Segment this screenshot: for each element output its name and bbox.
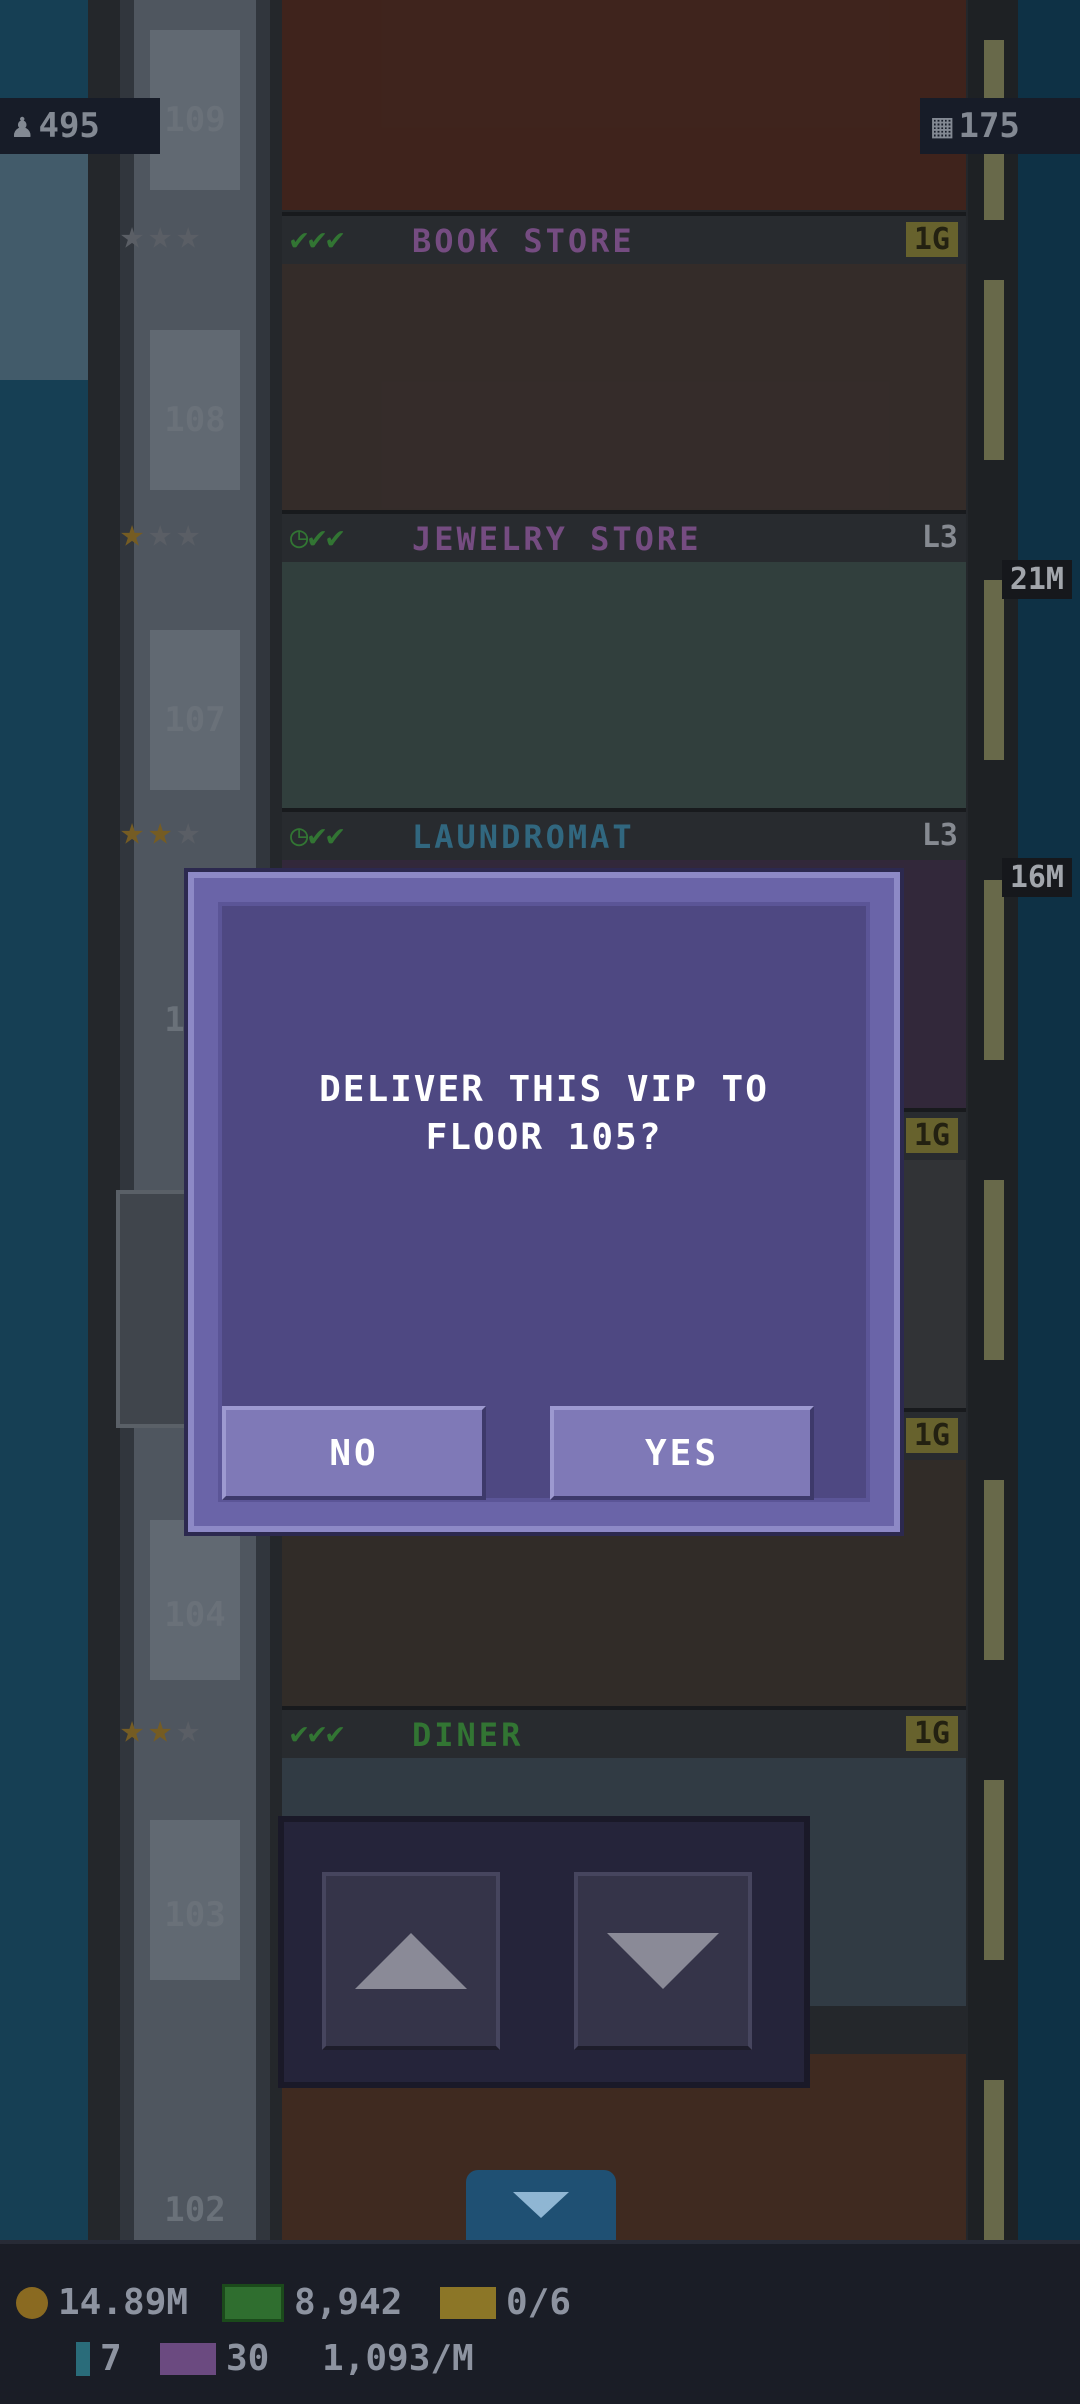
no-button[interactable]: NO — [222, 1406, 486, 1500]
gems-stat[interactable]: 7 — [76, 2338, 122, 2379]
dialog-panel: DELIVER THIS VIP TO FLOOR 105? NO YES — [218, 902, 870, 1502]
chevron-down-icon — [513, 2192, 569, 2218]
elevator-up-button[interactable] — [322, 1872, 500, 2050]
ticket-icon — [440, 2286, 496, 2319]
gem-icon — [76, 2341, 90, 2376]
yes-button[interactable]: YES — [550, 1406, 814, 1500]
vip-value: 30 — [226, 2338, 270, 2379]
vip-icon — [160, 2342, 216, 2375]
coins-stat[interactable]: 14.89M — [16, 2282, 188, 2323]
tickets-value: 0/6 — [506, 2282, 572, 2323]
vip-delivery-dialog: DELIVER THIS VIP TO FLOOR 105? NO YES — [188, 872, 900, 1532]
income-rate: 1,093/M — [322, 2338, 474, 2379]
elevator-down-button[interactable] — [574, 1872, 752, 2050]
coin-icon — [16, 2286, 48, 2319]
coins-value: 14.89M — [58, 2282, 189, 2323]
dialog-message: DELIVER THIS VIP TO FLOOR 105? — [319, 1069, 769, 1158]
elevator-control-pad — [278, 1816, 810, 2088]
bux-stat[interactable]: 8,942 — [222, 2282, 402, 2323]
bux-value: 8,942 — [294, 2282, 403, 2323]
vip-stat[interactable]: 30 — [160, 2338, 269, 2379]
expand-menu-button[interactable] — [466, 2170, 616, 2240]
arrow-down-icon — [607, 1933, 719, 1989]
tickets-stat[interactable]: 0/6 — [440, 2282, 571, 2323]
gems-value: 7 — [100, 2338, 122, 2379]
resource-bar: 14.89M 8,942 0/6 7 30 1,093/M — [0, 2240, 1080, 2404]
bux-icon — [222, 2283, 284, 2322]
income-rate-value: 1,093/M — [322, 2338, 474, 2379]
arrow-up-icon — [355, 1933, 467, 1989]
